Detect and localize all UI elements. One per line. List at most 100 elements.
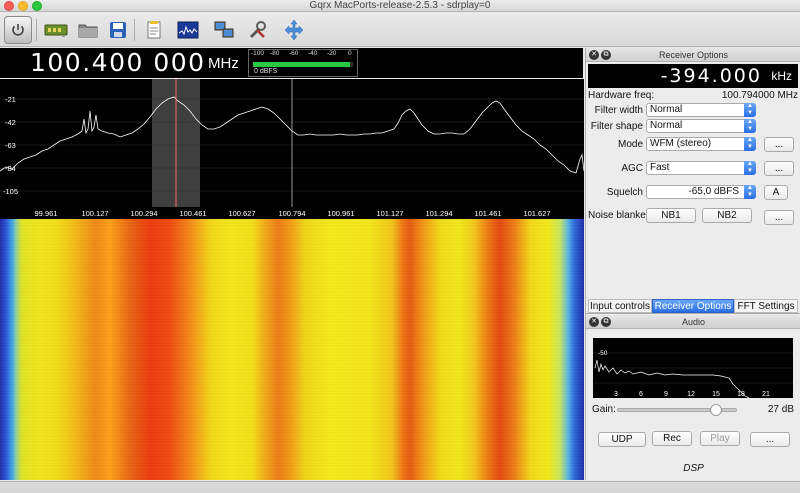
audio-fft-svg: -50 3 6 9 12 15 18 21 — [593, 350, 793, 399]
power-button[interactable] — [4, 16, 32, 44]
frequency-display[interactable]: 100.400 000 MHz -100 -80 -60 -40 -20 0 0… — [0, 48, 583, 78]
udp-button[interactable]: UDP — [598, 432, 646, 447]
audio-db-label: -50 — [598, 350, 608, 357]
offset-display[interactable]: -394.000 kHz — [588, 64, 798, 88]
tab-receiver-options[interactable]: Receiver Options — [652, 299, 734, 313]
mode-options-button[interactable]: ... — [764, 137, 794, 152]
receiver-options-header: ✕ ⧉ Receiver Options — [586, 48, 800, 62]
rec-button[interactable]: Rec — [652, 431, 692, 446]
nb1-button[interactable]: NB1 — [646, 208, 696, 223]
agc-select[interactable]: Fast ▲ ▼ — [646, 161, 756, 175]
fft-button[interactable] — [174, 16, 202, 44]
agc-label: AGC — [621, 163, 643, 174]
freq-label: 100.627 — [228, 209, 255, 218]
db-label: -42 — [5, 118, 16, 127]
noise-blanker-label: Noise blanker — [588, 210, 650, 221]
tools-icon — [249, 21, 266, 39]
nb2-button[interactable]: NB2 — [702, 208, 752, 223]
filter-shape-label: Filter shape — [590, 121, 643, 132]
tools-button[interactable] — [244, 16, 272, 44]
fft-icon — [177, 21, 199, 39]
squelch-label: Squelch — [606, 187, 643, 198]
signal-meter: -100 -80 -60 -40 -20 0 0 dBFS — [248, 49, 358, 77]
status-bar — [0, 481, 800, 493]
window-title: Gqrx MacPorts-release-2.5.3 - sdrplay=0 — [309, 0, 491, 11]
spectrum-plot[interactable]: -21 -42 -63 -84 -105 99.961 100.127 100.… — [0, 79, 585, 219]
filter-width-value: Normal — [650, 104, 683, 115]
gain-slider[interactable] — [617, 404, 737, 416]
chevron-updown-icon: ▲ ▼ — [744, 103, 756, 117]
move-button[interactable] — [280, 16, 308, 44]
freq-label: 101.461 — [474, 209, 501, 218]
agc-options-button[interactable]: ... — [764, 161, 794, 176]
audio-freq-tick: 21 — [762, 391, 770, 398]
offset-value[interactable]: -394.000 — [661, 64, 762, 88]
freq-label: 100.961 — [327, 209, 354, 218]
audio-freq-tick: 18 — [737, 391, 745, 398]
bookmark-button[interactable] — [140, 16, 168, 44]
waterfall-display[interactable] — [0, 219, 584, 480]
mode-row: Mode WFM (stereo) ▲ ▼ ... — [586, 137, 800, 153]
db-label: -105 — [3, 187, 18, 196]
filter-width-row: Filter width Normal ▲ ▼ — [586, 103, 800, 119]
toolbar-separator — [134, 19, 135, 41]
waterfall-texture — [0, 219, 584, 480]
squelch-value: -65,0 dBFS — [688, 186, 739, 197]
title-bar: Gqrx MacPorts-release-2.5.3 - sdrplay=0 — [0, 0, 800, 12]
filter-width-select[interactable]: Normal ▲ ▼ — [646, 103, 756, 117]
meter-label: 0 dBFS — [254, 68, 278, 75]
gain-slider-handle[interactable] — [709, 404, 722, 416]
audio-freq-tick: 12 — [687, 391, 695, 398]
squelch-spinbox[interactable]: -65,0 dBFS ▲ ▼ — [646, 185, 756, 199]
squelch-auto-button[interactable]: A — [764, 185, 788, 200]
frequency-value[interactable]: 100.400 000 — [30, 49, 206, 77]
gain-value: 27 dB — [767, 404, 794, 415]
device-button[interactable] — [42, 16, 70, 44]
dock-close-icon[interactable]: ✕ — [589, 50, 599, 60]
spectrum-svg[interactable]: -21 -42 -63 -84 -105 99.961 100.127 100.… — [0, 79, 585, 219]
play-button[interactable]: Play — [700, 431, 740, 446]
meter-tick: -60 — [289, 50, 299, 57]
agc-row: AGC Fast ▲ ▼ ... — [586, 161, 800, 177]
freq-label: 100.127 — [81, 209, 108, 218]
freq-label: 101.127 — [376, 209, 403, 218]
audio-fft-plot[interactable]: -50 3 6 9 12 15 18 21 — [593, 338, 793, 399]
meter-tick: -20 — [327, 50, 337, 57]
audio-fft-trace — [594, 359, 750, 399]
dsp-label: DSP — [683, 463, 704, 474]
dock-float-icon[interactable]: ⧉ — [601, 317, 611, 327]
nb-options-button[interactable]: ... — [764, 210, 794, 225]
dock-close-icon[interactable]: ✕ — [589, 317, 599, 327]
audio-title: Audio — [681, 317, 706, 327]
save-button[interactable] — [104, 16, 132, 44]
frequency-unit: MHz — [208, 55, 239, 72]
tab-fft-settings[interactable]: FFT Settings — [734, 299, 798, 313]
meter-tick: -100 — [251, 50, 265, 57]
audio-options-button[interactable]: ... — [750, 432, 790, 447]
audio-freq-tick: 15 — [712, 391, 720, 398]
db-label: -21 — [5, 95, 16, 104]
audio-freq-tick: 9 — [664, 391, 668, 398]
mode-value: WFM (stereo) — [650, 138, 712, 149]
filter-shape-row: Filter shape Normal ▲ ▼ — [586, 119, 800, 135]
filter-shape-select[interactable]: Normal ▲ ▼ — [646, 119, 756, 133]
open-button[interactable] — [74, 16, 102, 44]
freq-label: 100.461 — [179, 209, 206, 218]
meter-bar — [253, 62, 353, 67]
noise-blanker-row: Noise blanker NB1 NB2 ... — [586, 208, 800, 225]
freq-label: 100.794 — [278, 209, 305, 218]
meter-fill — [253, 62, 350, 67]
dock-float-icon[interactable]: ⧉ — [601, 50, 611, 60]
squelch-row: Squelch -65,0 dBFS ▲ ▼ A — [586, 185, 800, 201]
meter-tick: -80 — [270, 50, 280, 57]
receiver-options-title: Receiver Options — [658, 50, 729, 60]
network-button[interactable] — [210, 16, 238, 44]
toolbar — [0, 13, 800, 47]
freq-axis: 99.961 100.127 100.294 100.461 100.627 1… — [35, 209, 551, 218]
mode-select[interactable]: WFM (stereo) ▲ ▼ — [646, 137, 756, 151]
audio-header: ✕ ⧉ Audio — [586, 315, 800, 329]
tab-input-controls[interactable]: Input controls — [588, 299, 652, 313]
network-icon — [214, 21, 234, 38]
hw-freq-value: 100.794000 MHz — [721, 90, 798, 101]
db-label: -84 — [5, 164, 16, 173]
